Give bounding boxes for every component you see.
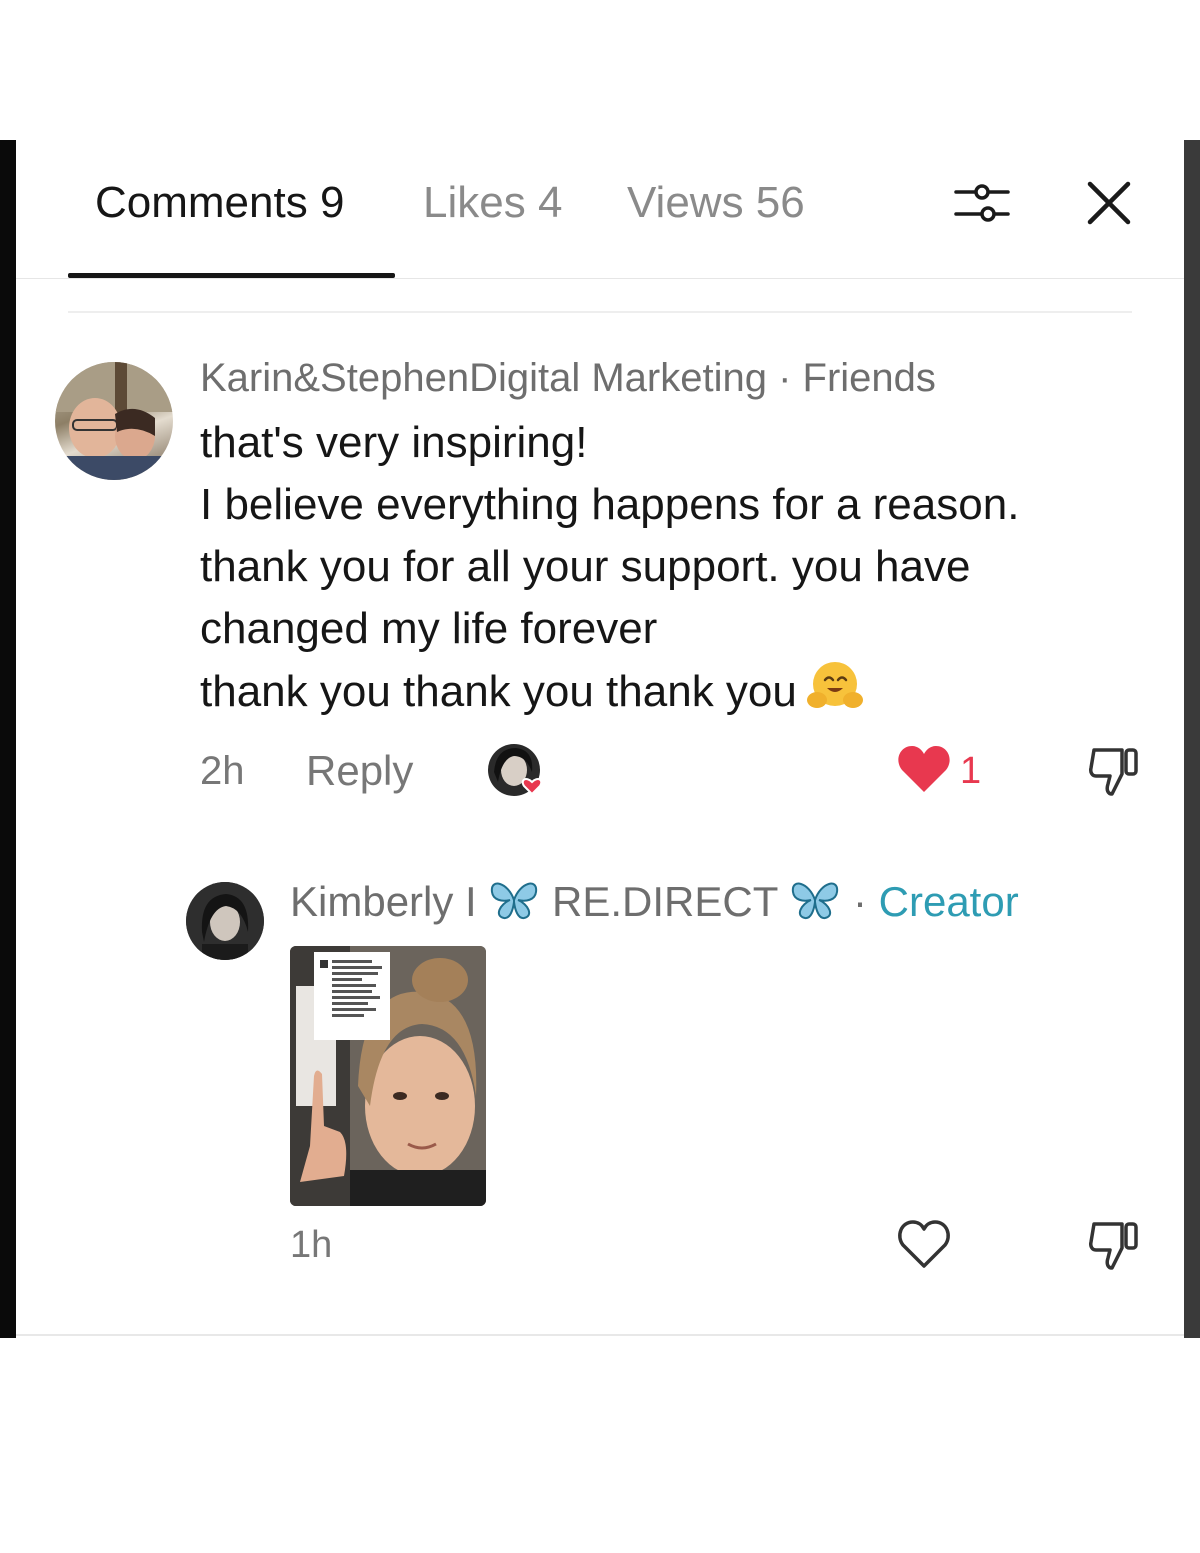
right-edge-bar: [1184, 140, 1200, 1338]
reply-timestamp: 1h: [290, 1224, 333, 1266]
tab-likes[interactable]: Likes 4: [423, 178, 562, 228]
comment-line: that's very inspiring!: [200, 418, 588, 467]
hugging-face-icon: [805, 660, 863, 731]
dislike-icon[interactable]: [1086, 744, 1142, 800]
butterfly-icon: [488, 878, 540, 933]
avatar[interactable]: [55, 362, 173, 480]
heart-outline-icon[interactable]: [896, 1218, 952, 1272]
like-count: 1: [960, 750, 982, 792]
comment-line: thank you thank you thank you: [200, 667, 797, 716]
heart-filled-icon[interactable]: [896, 744, 952, 796]
author-relation: · Friends: [766, 356, 936, 400]
tab-views[interactable]: Views 56: [627, 178, 805, 228]
author-suffix: RE.DIRECT: [552, 878, 778, 925]
author-name[interactable]: Karin&StephenDigital Marketing: [200, 356, 767, 400]
comments-panel: Comments 9 Likes 4 Views 56 Karin&Stephe…: [16, 140, 1184, 1338]
divider: [68, 311, 1132, 313]
sliders-icon[interactable]: [952, 178, 1012, 230]
creator-badge: Creator: [878, 878, 1019, 925]
tab-bar: Comments 9 Likes 4 Views 56: [16, 140, 1184, 280]
tab-comments[interactable]: Comments 9: [95, 178, 344, 228]
comment-timestamp: 2h: [200, 749, 245, 793]
avatar[interactable]: [186, 882, 264, 960]
left-edge-bar: [0, 140, 16, 1338]
divider: [16, 1334, 1184, 1336]
comment-line: I believe everything happens for a reaso…: [200, 480, 1020, 529]
close-icon[interactable]: [1084, 178, 1134, 228]
reply-author[interactable]: Kimberly I RE.DIRECT · Creator: [290, 877, 1019, 933]
tab-divider: [16, 278, 1184, 279]
comment-text: that's very inspiring! I believe everyth…: [200, 412, 1160, 731]
butterfly-icon: [789, 878, 841, 933]
name-separator: ·: [841, 878, 879, 925]
creator-liked-badge: [486, 742, 550, 800]
video-reply-thumbnail[interactable]: [290, 946, 486, 1206]
author-name[interactable]: Kimberly I: [290, 878, 477, 925]
comment-author[interactable]: Karin&StephenDigital Marketing · Friends: [200, 355, 936, 401]
reply-button[interactable]: Reply: [306, 748, 413, 794]
dislike-icon[interactable]: [1086, 1218, 1142, 1274]
comment-line: thank you for all your support. you have: [200, 542, 971, 591]
comment-line: changed my life forever: [200, 604, 658, 653]
